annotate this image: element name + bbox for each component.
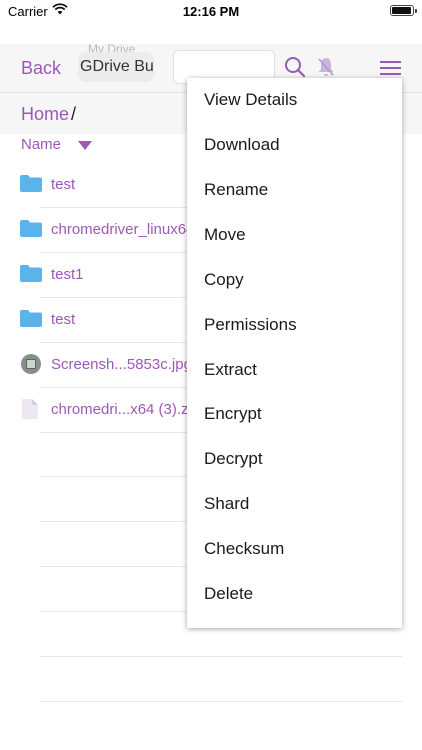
folder-icon <box>20 310 42 327</box>
notifications-off-icon[interactable] <box>316 56 336 78</box>
drive-selector-label: GDrive Bu... <box>80 58 154 75</box>
file-name: test1 <box>51 266 84 283</box>
empty-row-divider <box>40 701 402 702</box>
breadcrumb-home[interactable]: Home <box>21 104 69 125</box>
file-name: chromedriver_linux64 <box>51 221 195 238</box>
menu-item-view-details[interactable]: View Details <box>204 90 297 110</box>
menu-item-copy[interactable]: Copy <box>204 270 244 290</box>
file-actions-menu: View Details Download Rename Move Copy P… <box>187 78 402 628</box>
empty-row-divider <box>40 656 402 657</box>
document-icon <box>22 399 38 419</box>
file-name: Screensh...5853c.jpg <box>51 356 192 373</box>
menu-item-rename[interactable]: Rename <box>204 180 268 200</box>
clock: 12:16 PM <box>182 4 240 19</box>
menu-item-checksum[interactable]: Checksum <box>204 539 284 559</box>
file-name: test <box>51 176 76 193</box>
sort-by-name-header[interactable]: Name <box>21 136 61 153</box>
sort-descending-icon[interactable] <box>78 141 92 150</box>
hamburger-menu-icon[interactable] <box>380 60 402 76</box>
menu-item-extract[interactable]: Extract <box>204 360 257 380</box>
search-icon[interactable] <box>284 56 306 78</box>
folder-icon <box>20 220 42 237</box>
menu-item-encrypt[interactable]: Encrypt <box>204 404 262 424</box>
menu-item-decrypt[interactable]: Decrypt <box>204 449 263 469</box>
menu-item-permissions[interactable]: Permissions <box>204 315 297 335</box>
image-thumbnail-icon <box>21 354 41 374</box>
file-name: chromedri...x64 (3).zip <box>51 401 201 418</box>
menu-item-download[interactable]: Download <box>204 135 280 155</box>
menu-item-delete[interactable]: Delete <box>204 584 253 604</box>
menu-item-move[interactable]: Move <box>204 225 246 245</box>
menu-item-shard[interactable]: Shard <box>204 494 249 514</box>
back-button[interactable]: Back <box>21 58 61 79</box>
status-bar: Carrier 12:16 PM <box>0 0 422 22</box>
breadcrumb-separator: / <box>71 104 77 124</box>
folder-icon <box>20 175 42 192</box>
drive-selector[interactable]: GDrive Bu... <box>78 52 154 82</box>
battery-icon <box>390 5 417 16</box>
file-name: test <box>51 311 76 328</box>
folder-icon <box>20 265 42 282</box>
